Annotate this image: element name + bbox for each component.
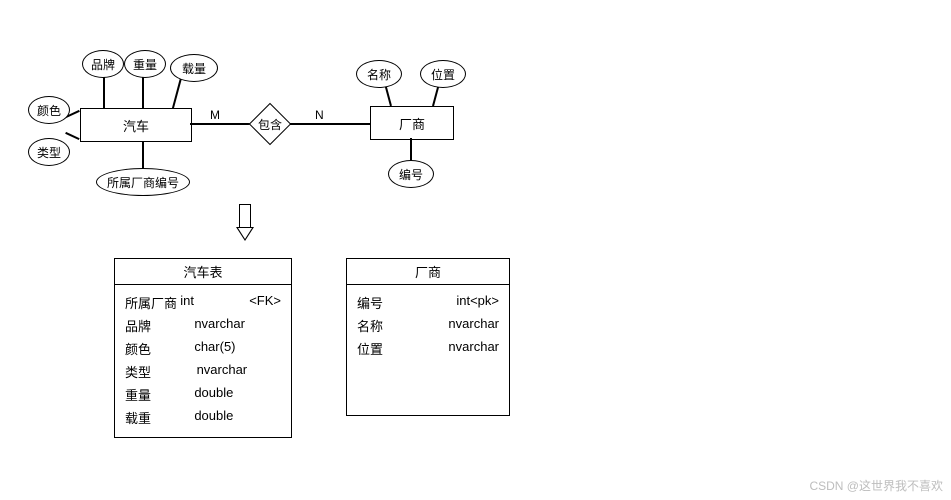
attr-color: 颜色: [28, 96, 70, 124]
table-vendor-body: 编号int<pk> 名称nvarchar 位置nvarchar: [347, 285, 509, 409]
attr-weight-label: 重量: [133, 56, 157, 73]
table-row: 位置nvarchar: [357, 337, 499, 360]
attr-id: 编号: [388, 160, 434, 188]
conn-vendorfk: [142, 140, 144, 170]
attr-weight: 重量: [124, 50, 166, 78]
conn-brand: [103, 76, 105, 110]
cardinality-n: N: [315, 108, 324, 122]
attr-vendorfk: 所属厂商编号: [96, 168, 190, 196]
table-car-body: 所属厂商int<FK> 品牌nvarchar 颜色char(5) 类型nvarc…: [115, 285, 291, 437]
attr-brand-label: 品牌: [91, 56, 115, 73]
conn-car-rel: [190, 123, 250, 125]
conn-location: [432, 86, 439, 106]
attr-type-label: 类型: [37, 144, 61, 161]
arrow-down-icon: [236, 204, 254, 241]
cardinality-m: M: [210, 108, 220, 122]
conn-id: [410, 138, 412, 160]
attr-load: 载量: [170, 54, 218, 82]
table-car-title: 汽车表: [115, 259, 291, 285]
table-vendor: 厂商 编号int<pk> 名称nvarchar 位置nvarchar: [346, 258, 510, 416]
table-row: 所属厂商int<FK>: [125, 291, 281, 314]
attr-color-label: 颜色: [37, 102, 61, 119]
conn-name: [385, 86, 392, 106]
table-row: 类型nvarchar: [125, 360, 281, 383]
attr-type: 类型: [28, 138, 70, 166]
entity-car: 汽车: [80, 108, 192, 142]
attr-location: 位置: [420, 60, 466, 88]
relation-contain: 包含: [250, 104, 290, 144]
diagram-stage: 品牌 重量 载量 颜色 类型 所属厂商编号 汽车 M 包含 N 厂商 名称 位置…: [0, 0, 951, 500]
attr-vendorfk-label: 所属厂商编号: [107, 174, 179, 191]
entity-vendor: 厂商: [370, 106, 454, 140]
entity-vendor-label: 厂商: [399, 114, 425, 133]
attr-location-label: 位置: [431, 66, 455, 83]
table-row: 颜色char(5): [125, 337, 281, 360]
table-row: 编号int<pk>: [357, 291, 499, 314]
conn-type: [65, 132, 79, 140]
attr-name-label: 名称: [367, 66, 391, 83]
conn-rel-vendor: [290, 123, 370, 125]
entity-car-label: 汽车: [123, 116, 149, 135]
table-car: 汽车表 所属厂商int<FK> 品牌nvarchar 颜色char(5) 类型n…: [114, 258, 292, 438]
attr-id-label: 编号: [399, 166, 423, 183]
watermark: CSDN @这世界我不喜欢: [809, 477, 943, 494]
table-row: 重量double: [125, 383, 281, 406]
attr-load-label: 载量: [182, 60, 206, 77]
attr-brand: 品牌: [82, 50, 124, 78]
table-row: 品牌nvarchar: [125, 314, 281, 337]
conn-weight: [142, 76, 144, 110]
table-row: 载重double: [125, 406, 281, 429]
table-vendor-title: 厂商: [347, 259, 509, 285]
attr-name: 名称: [356, 60, 402, 88]
conn-load: [172, 78, 182, 109]
relation-label: 包含: [258, 116, 282, 133]
table-row: 名称nvarchar: [357, 314, 499, 337]
